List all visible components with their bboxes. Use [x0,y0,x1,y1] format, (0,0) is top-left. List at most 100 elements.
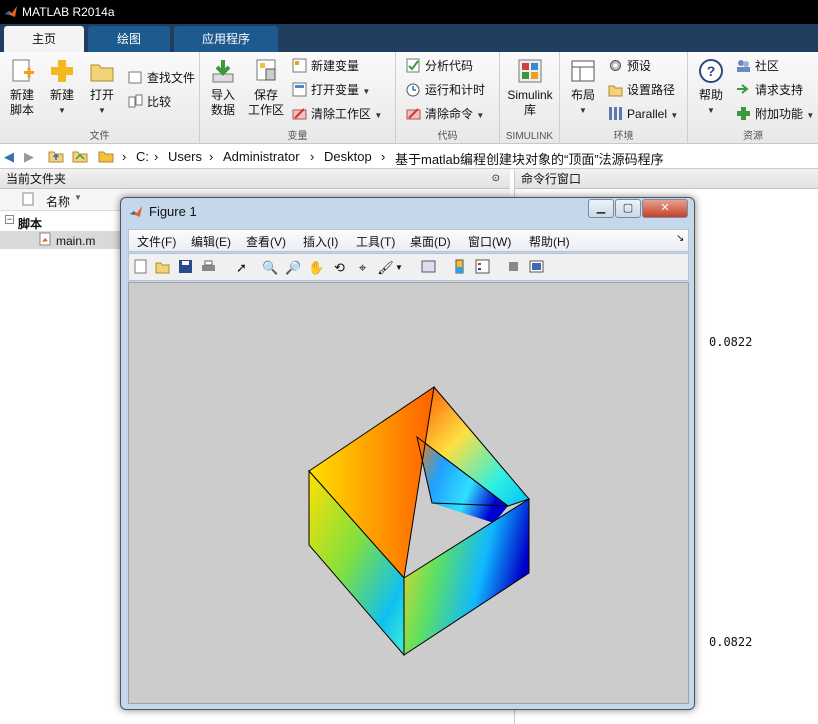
browse-folder-icon[interactable] [72,149,88,166]
close-button[interactable]: ✕ [642,199,688,218]
section-file: 新建 脚本 新建 ▼ 打开 ▼ 查找文件 比较 文件 [0,52,200,144]
compare-button[interactable]: 比较 [128,92,171,112]
save-workspace-button[interactable]: 保存 工作区 [246,58,286,118]
data-cursor-icon[interactable]: ⌖ [354,259,371,276]
brush-dropdown-icon[interactable]: ▼ [395,259,403,276]
clear-workspace-button[interactable]: 清除工作区 ▼ [292,104,382,124]
new-figure-icon[interactable] [132,259,149,276]
layout-dropdown-icon: ▼ [579,106,587,115]
open-label: 打开 [89,88,114,102]
new-variable-label: 新建变量 [311,59,360,73]
tab-plots[interactable]: 绘图 [88,26,170,52]
m-file-icon [38,232,52,249]
import-data-button[interactable]: 导入 数据 [206,58,240,118]
back-icon[interactable]: ◀ [4,149,14,165]
add-ons-icon [736,106,751,121]
clear-commands-label: 清除命令 [425,107,474,121]
menu-insert[interactable]: 插入(I) [303,233,338,250]
print-icon[interactable] [200,259,217,276]
rotate-3d-icon[interactable]: ⟲ [331,259,348,276]
link-plot-icon[interactable] [420,259,437,276]
request-support-label: 请求支持 [755,83,804,97]
layout-icon [570,58,596,84]
run-and-time-button[interactable]: 运行和计时 [406,80,485,100]
brush-icon[interactable]: 🖌 [377,259,394,276]
menu-help[interactable]: 帮助(H) [529,233,570,250]
analyze-code-icon [406,58,421,73]
clear-commands-dropdown-icon: ▼ [476,111,485,120]
current-folder-title: 当前文件夹 [6,172,67,186]
colorbar-icon[interactable] [451,259,468,276]
add-ons-button[interactable]: 附加功能 ▼ [736,104,814,124]
open-dropdown-icon: ▼ [98,106,106,115]
open-variable-label: 打开变量 [311,83,360,97]
matlab-logo-icon [130,206,142,217]
dock-arrow-icon[interactable]: ↘ [676,233,684,244]
tab-apps[interactable]: 应用程序 [174,26,278,52]
3d-block-plot [308,385,530,657]
section-variable-label: 变量 [287,131,308,142]
breadcrumb-users[interactable]: Users [168,149,202,164]
preferences-button[interactable]: 预设 [608,56,651,76]
legend-icon[interactable] [474,259,491,276]
find-files-button[interactable]: 查找文件 [128,68,195,88]
figure-canvas[interactable] [128,282,689,704]
help-dropdown-icon: ▼ [707,106,715,115]
save-figure-icon[interactable] [177,259,194,276]
pan-hand-icon[interactable]: ✋ [308,259,325,276]
matlab-logo-icon [5,6,17,17]
breadcrumb-project-folder[interactable]: 基于matlab编程创建块对象的“顶面”法源码程序 [395,149,664,168]
help-icon: ? [698,58,724,84]
community-button[interactable]: 社区 [736,56,779,76]
new-script-button[interactable]: 新建 脚本 [4,58,40,118]
zoom-in-icon[interactable]: 🔍 [262,259,279,276]
figure-title: Figure 1 [149,204,197,219]
breadcrumb-administrator[interactable]: Administrator [223,149,300,164]
open-file-icon[interactable] [154,259,171,276]
forward-icon[interactable]: ▶ [24,149,34,165]
app-title: MATLAB R2014a [22,5,115,19]
zoom-out-icon[interactable]: 🔎 [285,259,302,276]
tab-home[interactable]: 主页 [4,26,84,52]
new-variable-button[interactable]: 新建变量 [292,56,359,76]
simulink-library-button[interactable]: Simulink 库 [504,58,556,118]
menu-tools[interactable]: 工具(T) [356,233,395,250]
menu-file[interactable]: 文件(F) [137,233,176,250]
menu-desktop[interactable]: 桌面(D) [410,233,451,250]
maximize-button[interactable]: ▢ [615,199,641,218]
menu-edit[interactable]: 编辑(E) [191,233,231,250]
panel-menu-icon[interactable]: ⊙ [492,169,500,189]
compare-icon [128,94,143,109]
breadcrumb-c[interactable]: C: [136,149,149,164]
show-plot-tools-icon[interactable] [528,259,545,276]
menu-view[interactable]: 查看(V) [246,233,286,250]
analyze-code-button[interactable]: 分析代码 [406,56,473,76]
up-folder-icon[interactable] [48,149,64,166]
help-label: 帮助 [698,88,723,102]
add-ons-label: 附加功能 [755,107,804,121]
new-button[interactable]: 新建 ▼ [46,58,78,118]
section-simulink: Simulink 库 SIMULINK [500,52,560,144]
parallel-button[interactable]: Parallel ▼ [608,104,678,124]
open-variable-button[interactable]: 打开变量 ▼ [292,80,370,100]
edit-plot-arrow-icon[interactable]: ➚ [233,259,250,276]
breadcrumb-desktop[interactable]: Desktop [324,149,372,164]
clear-commands-button[interactable]: 清除命令 ▼ [406,104,484,124]
run-and-time-icon [406,82,421,97]
help-button[interactable]: ? 帮助 ▼ [694,58,728,118]
hide-plot-tools-icon[interactable] [505,259,522,276]
minimize-button[interactable]: ▁ [588,199,614,218]
breadcrumb-sep: › [381,149,386,164]
request-support-icon [736,82,751,97]
community-label: 社区 [755,59,780,73]
breadcrumb-sep: › [209,149,214,164]
layout-button[interactable]: 布局 ▼ [566,58,600,118]
request-support-button[interactable]: 请求支持 [736,80,803,100]
clear-workspace-icon [292,106,307,121]
collapse-icon[interactable]: − [5,215,14,224]
set-path-button[interactable]: 设置路径 [608,80,675,100]
name-column-header[interactable]: 名称 [46,193,70,210]
open-button[interactable]: 打开 ▼ [86,58,118,118]
menu-window[interactable]: 窗口(W) [468,233,511,250]
ribbon-tabbar: 主页 绘图 应用程序 [0,24,818,52]
